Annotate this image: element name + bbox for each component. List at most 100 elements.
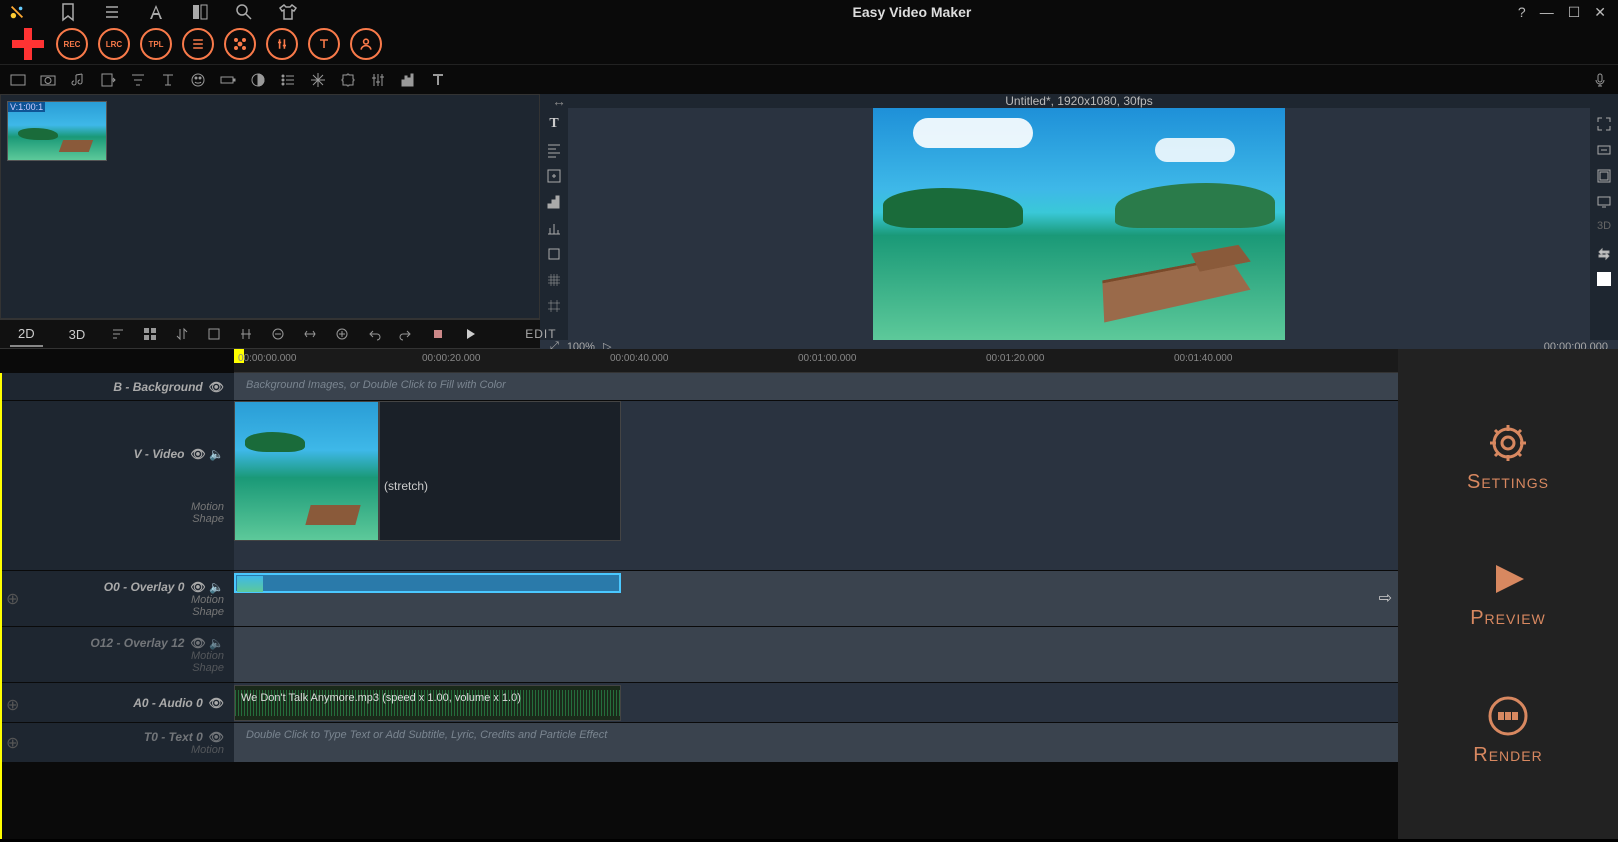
resize-arrow-icon[interactable]: ↔ — [552, 93, 566, 109]
mic-icon[interactable] — [1592, 72, 1608, 88]
render-icon — [1486, 694, 1530, 738]
tpl-button[interactable]: TPL — [140, 28, 172, 60]
adjust-button[interactable] — [266, 28, 298, 60]
text-t-icon[interactable] — [430, 72, 446, 88]
bars-icon[interactable] — [546, 194, 562, 210]
grid-view-icon[interactable] — [143, 327, 157, 341]
bookmark-icon[interactable] — [58, 2, 78, 22]
maximize-button[interactable]: ☐ — [1564, 4, 1585, 21]
timeline: 00:00:00.000 00:00:20.000 00:00:40.000 0… — [0, 349, 1398, 839]
list-icon[interactable] — [102, 2, 122, 22]
text-t-icon[interactable]: T — [546, 116, 562, 132]
video-icon[interactable] — [10, 72, 26, 88]
settings-button[interactable]: SETTINGS — [1467, 421, 1549, 494]
redo-icon[interactable] — [399, 327, 413, 341]
expand-arrow-icon[interactable]: ⇨ — [1379, 588, 1392, 608]
play-icon[interactable] — [463, 327, 477, 341]
search-icon[interactable] — [234, 2, 254, 22]
fit-timeline-icon[interactable] — [303, 327, 317, 341]
emoji-icon[interactable] — [190, 72, 206, 88]
menu-edit[interactable]: EDIT — [525, 327, 556, 341]
battery-icon[interactable] — [220, 72, 236, 88]
expand-icon[interactable] — [1596, 116, 1612, 132]
grid-icon[interactable] — [546, 272, 562, 288]
record-button[interactable]: REC — [56, 28, 88, 60]
effect-button[interactable] — [224, 28, 256, 60]
snowflake-icon[interactable] — [310, 72, 326, 88]
add-button[interactable] — [10, 26, 46, 62]
close-button[interactable]: ✕ — [1590, 4, 1610, 21]
track-label-text0[interactable]: T0 - Text 0👁 Motion — [0, 723, 234, 762]
help-button[interactable]: ? — [1514, 4, 1530, 20]
media-bin[interactable]: V:1:00:1 — [0, 94, 540, 319]
updown-icon[interactable] — [175, 327, 189, 341]
render-button[interactable]: RENDER — [1473, 694, 1542, 767]
shirt-icon[interactable] — [278, 2, 298, 22]
zoom-in-icon[interactable] — [335, 327, 349, 341]
add-track-button[interactable]: ⊕ — [6, 695, 19, 715]
track-label-video[interactable]: V - Video👁 🔈 Motion Shape — [0, 401, 234, 570]
titlebar: Easy Video Maker ? — ☐ ✕ — [0, 0, 1618, 24]
timeline-ruler[interactable]: 00:00:00.000 00:00:20.000 00:00:40.000 0… — [234, 349, 1398, 373]
playhead-line[interactable] — [0, 373, 2, 839]
play-triangle-icon — [1486, 557, 1530, 601]
track-audio0[interactable]: We Don't Talk Anymore.mp3 (speed x 1.00,… — [234, 683, 1398, 722]
equalizer-icon[interactable] — [400, 72, 416, 88]
square-icon[interactable] — [207, 327, 221, 341]
track-label-overlay0[interactable]: O0 - Overlay 0👁 🔈 Motion Shape — [0, 571, 234, 626]
audio-clip[interactable]: We Don't Talk Anymore.mp3 (speed x 1.00,… — [234, 685, 621, 721]
grid2-icon[interactable] — [546, 298, 562, 314]
overlay-clip[interactable] — [234, 573, 621, 593]
color-swatch[interactable] — [1597, 272, 1611, 286]
preview-canvas[interactable] — [568, 108, 1590, 340]
screen-icon[interactable] — [1596, 194, 1612, 210]
tab-3d[interactable]: 3D — [61, 323, 94, 346]
contrast-icon[interactable] — [250, 72, 266, 88]
track-label-audio0[interactable]: A0 - Audio 0👁 — [0, 683, 234, 722]
puzzle-icon[interactable] — [340, 72, 356, 88]
resize-icon[interactable] — [546, 168, 562, 184]
export-icon[interactable] — [100, 72, 116, 88]
filter-icon[interactable] — [130, 72, 146, 88]
track-text0[interactable]: Double Click to Type Text or Add Subtitl… — [234, 723, 1398, 762]
user-button[interactable] — [350, 28, 382, 60]
crop-icon[interactable] — [546, 246, 562, 262]
align-icon[interactable] — [546, 142, 562, 158]
fit-icon[interactable] — [1596, 142, 1612, 158]
tab-2d[interactable]: 2D — [10, 322, 43, 347]
camera-icon[interactable] — [40, 72, 56, 88]
preview-header: ↔ Untitled*, 1920x1080, 30fps — [540, 94, 1618, 108]
aspect-icon[interactable] — [1596, 168, 1612, 184]
3d-icon[interactable]: 3D — [1596, 220, 1612, 236]
text-tool-button[interactable] — [308, 28, 340, 60]
stop-icon[interactable] — [431, 327, 445, 341]
preview-panel: ↔ Untitled*, 1920x1080, 30fps T — [540, 94, 1618, 319]
add-track-button[interactable]: ⊕ — [6, 589, 19, 609]
track-overlay12[interactable] — [234, 627, 1398, 682]
sort-icon[interactable] — [111, 327, 125, 341]
font-icon[interactable] — [146, 2, 166, 22]
track-label-background[interactable]: B - Background👁 — [0, 373, 234, 400]
track-background[interactable]: Background Images, or Double Click to Fi… — [234, 373, 1398, 400]
undo-icon[interactable] — [367, 327, 381, 341]
preview-button[interactable]: PREVIEW — [1470, 557, 1546, 630]
ruler-tick: 00:01:00.000 — [798, 353, 856, 364]
tune-icon[interactable] — [370, 72, 386, 88]
media-thumbnail[interactable]: V:1:00:1 — [7, 101, 107, 161]
list2-icon[interactable] — [280, 72, 296, 88]
snap-icon[interactable] — [239, 327, 253, 341]
preview-right-tools: 3D — [1590, 108, 1618, 340]
swap-icon[interactable] — [1596, 246, 1612, 262]
music-icon[interactable] — [70, 72, 86, 88]
track-video[interactable]: (stretch) — [234, 401, 1398, 570]
track-label-overlay12[interactable]: O12 - Overlay 12👁 🔈 Motion Shape — [0, 627, 234, 682]
playlist-button[interactable] — [182, 28, 214, 60]
columns-icon[interactable] — [190, 2, 210, 22]
track-overlay0[interactable] — [234, 571, 1398, 626]
lrc-button[interactable]: LRC — [98, 28, 130, 60]
zoom-out-icon[interactable] — [271, 327, 285, 341]
text-style-icon[interactable] — [160, 72, 176, 88]
minimize-button[interactable]: — — [1536, 4, 1558, 20]
chart-icon[interactable] — [546, 220, 562, 236]
video-clip[interactable] — [234, 401, 379, 541]
